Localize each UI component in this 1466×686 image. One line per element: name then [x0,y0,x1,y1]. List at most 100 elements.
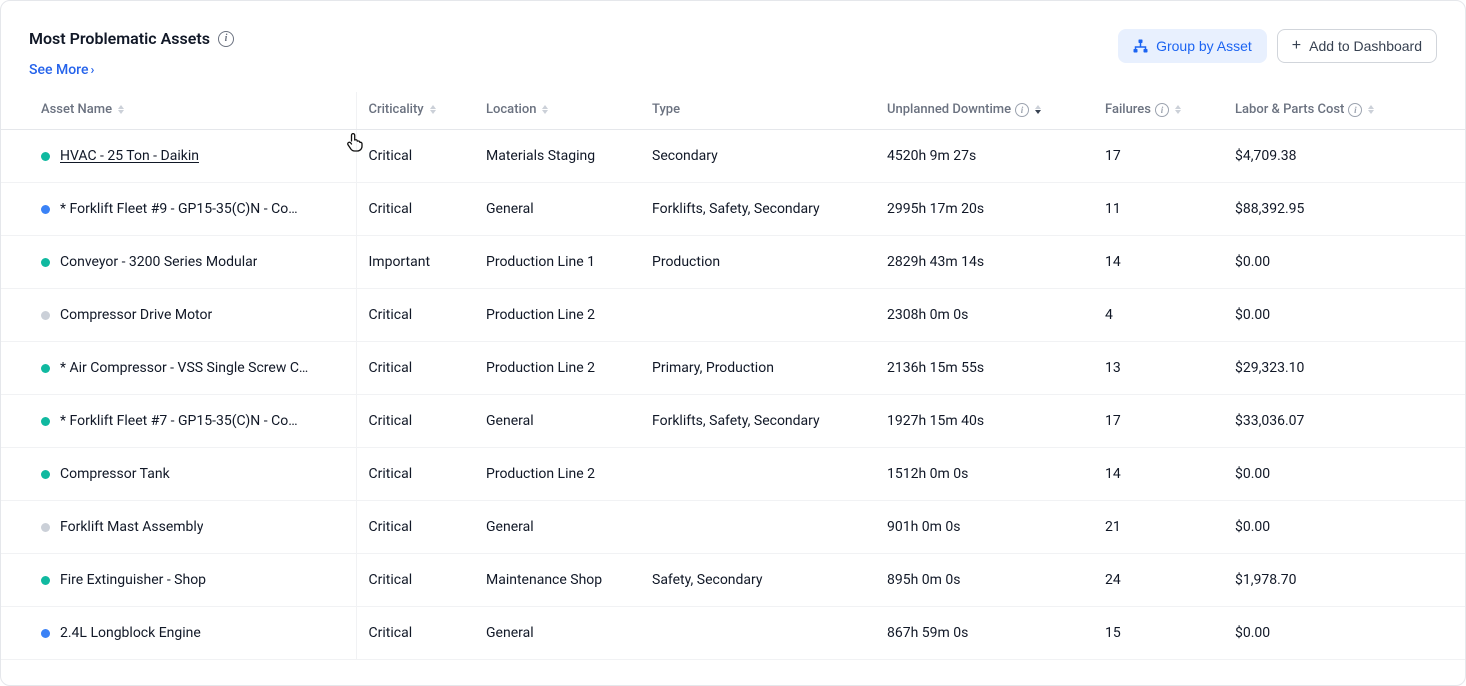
asset-name-link[interactable]: HVAC - 25 Ton - Daikin [60,148,199,164]
cell-downtime: 1927h 15m 40s [875,395,1093,448]
card-header: Most Problematic Assets i See More › [1,1,1465,78]
cell-downtime: 901h 0m 0s [875,501,1093,554]
chevron-right-icon: › [90,63,94,78]
cell-asset-name: * Forklift Fleet #7 - GP15-35(C)N - Co… [1,395,356,448]
cell-cost: $0.00 [1223,236,1465,289]
cell-location: General [474,395,640,448]
cell-location: General [474,607,640,660]
col-asset-name-label: Asset Name [41,102,112,117]
cell-asset-name: * Air Compressor - VSS Single Screw C… [1,342,356,395]
cell-criticality: Critical [356,130,474,183]
cell-downtime: 867h 59m 0s [875,607,1093,660]
cell-failures: 21 [1093,501,1223,554]
info-icon[interactable]: i [1015,103,1029,117]
cell-asset-name: 2.4L Longblock Engine [1,607,356,660]
col-type[interactable]: Type [640,92,875,130]
cell-cost: $1,978.70 [1223,554,1465,607]
cell-cost: $0.00 [1223,289,1465,342]
cell-failures: 11 [1093,183,1223,236]
table-row[interactable]: Compressor TankCriticalProduction Line 2… [1,448,1465,501]
title-row: Most Problematic Assets i [29,29,234,48]
cell-cost: $33,036.07 [1223,395,1465,448]
cell-asset-name: Fire Extinguisher - Shop [1,554,356,607]
cell-failures: 4 [1093,289,1223,342]
status-dot-icon [41,311,50,320]
asset-name-link[interactable]: * Forklift Fleet #9 - GP15-35(C)N - Co… [60,201,298,217]
cell-criticality: Critical [356,607,474,660]
cell-location: Production Line 2 [474,342,640,395]
cell-type: Safety, Secondary [640,554,875,607]
cell-type: Forklifts, Safety, Secondary [640,395,875,448]
asset-name-link[interactable]: 2.4L Longblock Engine [60,625,201,641]
status-dot-icon [41,152,50,161]
info-icon[interactable]: i [1348,103,1362,117]
cell-downtime: 4520h 9m 27s [875,130,1093,183]
asset-name-link[interactable]: Compressor Drive Motor [60,307,212,323]
asset-name-link[interactable]: * Forklift Fleet #7 - GP15-35(C)N - Co… [60,413,298,429]
asset-name-link[interactable]: * Air Compressor - VSS Single Screw C… [60,360,308,376]
sort-icon [542,105,548,114]
status-dot-icon [41,417,50,426]
sort-icon [118,105,124,114]
cell-asset-name: Forklift Mast Assembly [1,501,356,554]
table-header-row: Asset Name Criticality Location [1,92,1465,130]
cell-criticality: Critical [356,554,474,607]
col-labor-parts-cost[interactable]: Labor & Parts Cost i [1223,92,1465,130]
table-row[interactable]: * Forklift Fleet #7 - GP15-35(C)N - Co… C… [1,395,1465,448]
hierarchy-icon [1133,39,1148,53]
cell-asset-name: Conveyor - 3200 Series Modular [1,236,356,289]
asset-name-link[interactable]: Forklift Mast Assembly [60,519,203,535]
cell-downtime: 1512h 0m 0s [875,448,1093,501]
cell-criticality: Critical [356,289,474,342]
table-row[interactable]: Compressor Drive MotorCriticalProduction… [1,289,1465,342]
cell-criticality: Important [356,236,474,289]
cell-type: Production [640,236,875,289]
add-to-dashboard-button[interactable]: + Add to Dashboard [1277,29,1437,63]
asset-name-link[interactable]: Fire Extinguisher - Shop [60,572,206,588]
sort-icon [430,105,436,114]
cell-failures: 13 [1093,342,1223,395]
asset-name-link[interactable]: Conveyor - 3200 Series Modular [60,254,257,270]
col-criticality[interactable]: Criticality [356,92,474,130]
sort-icon [1175,105,1181,114]
col-location-label: Location [486,102,536,117]
col-type-label: Type [652,102,680,117]
cell-type: Primary, Production [640,342,875,395]
col-failures[interactable]: Failures i [1093,92,1223,130]
asset-name-link[interactable]: Compressor Tank [60,466,170,482]
cell-type [640,289,875,342]
table-row[interactable]: Conveyor - 3200 Series Modular Important P… [1,236,1465,289]
table-row[interactable]: 2.4L Longblock Engine CriticalGeneral 867h… [1,607,1465,660]
cell-criticality: Critical [356,448,474,501]
status-dot-icon [41,470,50,479]
col-downtime-label: Unplanned Downtime [887,102,1011,117]
group-by-asset-label: Group by Asset [1156,38,1252,54]
table-row[interactable]: Forklift Mast AssemblyCriticalGeneral901… [1,501,1465,554]
cell-cost: $4,709.38 [1223,130,1465,183]
status-dot-icon [41,523,50,532]
actions: Group by Asset + Add to Dashboard [1118,29,1437,63]
cell-type: Forklifts, Safety, Secondary [640,183,875,236]
col-unplanned-downtime[interactable]: Unplanned Downtime i [875,92,1093,130]
plus-icon: + [1292,38,1301,54]
table-row[interactable]: * Forklift Fleet #9 - GP15-35(C)N - Co…C… [1,183,1465,236]
cell-cost: $0.00 [1223,448,1465,501]
table-row[interactable]: Fire Extinguisher - ShopCriticalMaintena… [1,554,1465,607]
cell-asset-name: HVAC - 25 Ton - Daikin [1,130,356,183]
col-location[interactable]: Location [474,92,640,130]
table-row[interactable]: HVAC - 25 Ton - DaikinCriticalMaterials … [1,130,1465,183]
col-failures-label: Failures [1105,102,1151,117]
cell-type [640,501,875,554]
info-icon[interactable]: i [1155,103,1169,117]
info-icon[interactable]: i [218,31,234,47]
table-row[interactable]: * Air Compressor - VSS Single Screw C… Cr… [1,342,1465,395]
cell-cost: $0.00 [1223,607,1465,660]
cell-downtime: 2829h 43m 14s [875,236,1093,289]
cell-criticality: Critical [356,395,474,448]
cell-failures: 14 [1093,448,1223,501]
cell-criticality: Critical [356,342,474,395]
col-asset-name[interactable]: Asset Name [1,92,356,130]
see-more-link[interactable]: See More › [29,62,234,78]
cell-type [640,448,875,501]
group-by-asset-button[interactable]: Group by Asset [1118,29,1267,63]
